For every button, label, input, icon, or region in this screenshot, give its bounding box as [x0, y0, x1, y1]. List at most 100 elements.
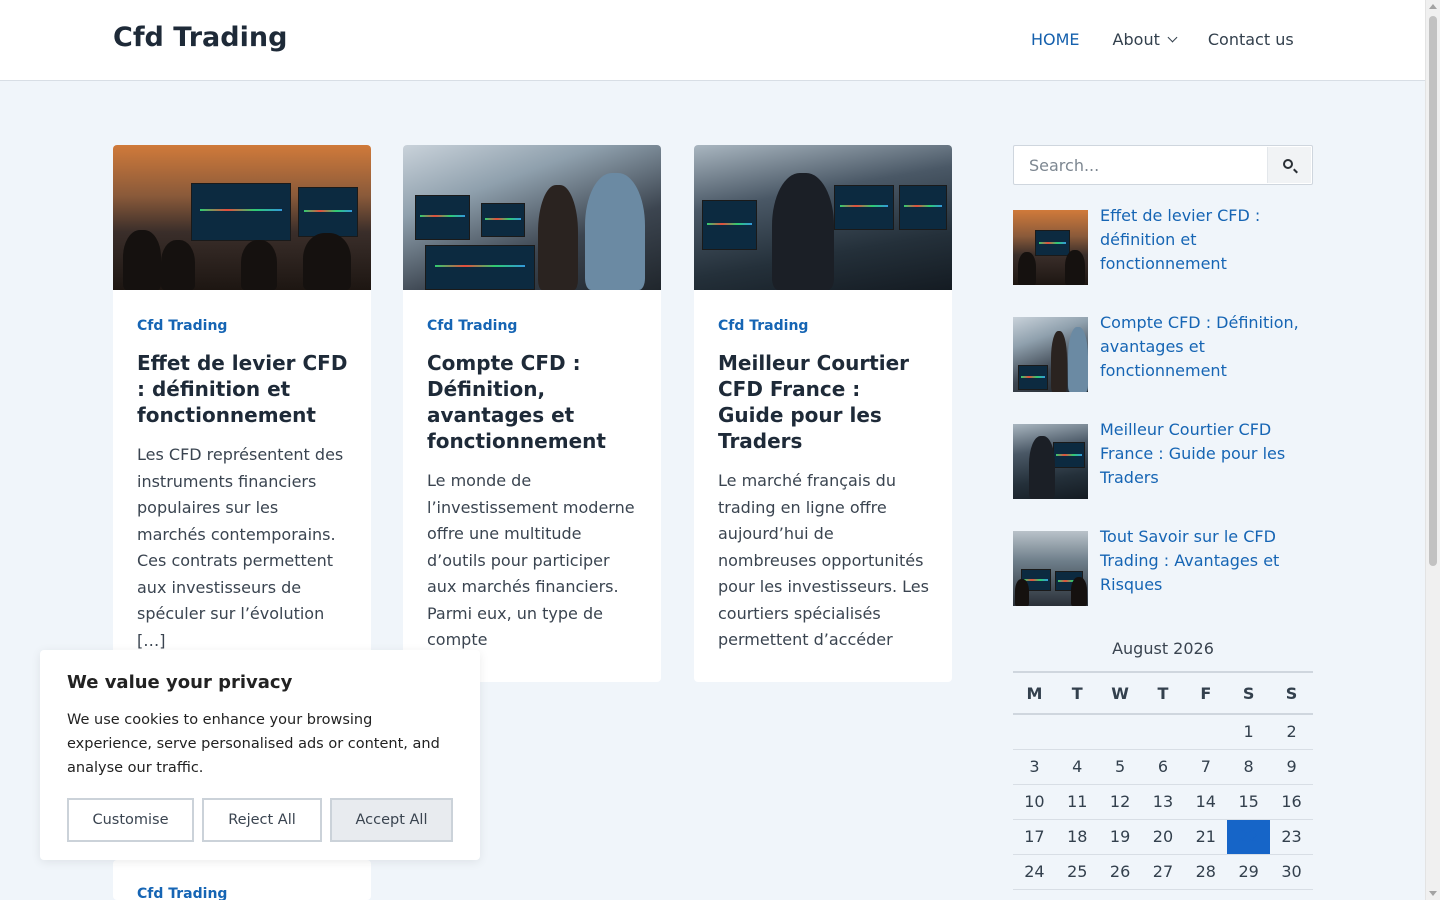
cookie-title: We value your privacy: [67, 672, 293, 693]
calendar-day: 10: [1013, 784, 1056, 820]
calendar-day: 1: [1227, 714, 1271, 750]
calendar-day: 19: [1098, 819, 1142, 855]
calendar-day: 20: [1141, 819, 1185, 855]
recent-post-item: Compte CFD : Définition, avantages et fo…: [1013, 313, 1313, 392]
recent-post-link[interactable]: Compte CFD : Définition, avantages et fo…: [1100, 311, 1313, 392]
post-card: Cfd Trading Meilleur Courtier CFD France…: [694, 145, 952, 682]
chevron-down-icon: [1167, 32, 1178, 43]
nav-contact[interactable]: Contact us: [1208, 30, 1294, 49]
post-card: Cfd Trading Effet de levier CFD : défini…: [113, 145, 371, 685]
search-input[interactable]: [1014, 146, 1268, 184]
calendar-day: 8: [1227, 749, 1271, 785]
nav-about[interactable]: About: [1112, 30, 1178, 49]
cookie-text: We use cookies to enhance your browsing …: [67, 712, 440, 776]
calendar-day: 21: [1184, 819, 1228, 855]
calendar-day: 16: [1270, 784, 1313, 820]
main-nav: HOME About Contact us: [1031, 30, 1294, 49]
calendar-week-row: 24 25 26 27 28 29 30: [1013, 854, 1313, 890]
recent-posts: Effet de levier CFD : définition et fonc…: [1013, 206, 1313, 638]
post-title[interactable]: Compte CFD : Définition, avantages et fo…: [427, 350, 638, 454]
calendar-day: 13: [1141, 784, 1185, 820]
accept-all-button[interactable]: Accept All: [330, 798, 453, 842]
scroll-down-arrow-icon[interactable]: [1429, 891, 1437, 896]
recent-post-item: Tout Savoir sur le CFD Trading : Avantag…: [1013, 527, 1313, 606]
calendar-day: 6: [1141, 749, 1185, 785]
recent-post-link[interactable]: Effet de levier CFD : définition et fonc…: [1100, 204, 1313, 285]
scroll-up-arrow-icon[interactable]: [1429, 4, 1437, 9]
post-category[interactable]: Cfd Trading: [137, 318, 348, 334]
calendar-day: 27: [1141, 854, 1185, 890]
scrollbar[interactable]: [1425, 0, 1440, 900]
calendar-empty-cell: [1055, 714, 1099, 750]
calendar-day: 22: [1227, 819, 1271, 855]
recent-post-thumbnail[interactable]: [1013, 317, 1088, 392]
search-button[interactable]: [1267, 147, 1311, 183]
calendar-week-row: 17 18 19 20 21 22 23: [1013, 819, 1313, 855]
recent-post-link[interactable]: Meilleur Courtier CFD France : Guide pou…: [1100, 418, 1313, 499]
reject-all-button[interactable]: Reject All: [202, 798, 322, 842]
calendar-weekday: S: [1227, 671, 1271, 715]
nav-home[interactable]: HOME: [1031, 30, 1080, 49]
recent-post-item: Effet de levier CFD : définition et fonc…: [1013, 206, 1313, 285]
calendar-empty-cell: [1141, 714, 1185, 750]
calendar-day: 23: [1270, 819, 1313, 855]
calendar-empty-cell: [1013, 714, 1056, 750]
calendar-empty-cell: [1098, 714, 1142, 750]
post-title[interactable]: Meilleur Courtier CFD France : Guide pou…: [718, 350, 929, 454]
calendar-week-row: 10 11 12 13 14 15 16: [1013, 784, 1313, 820]
calendar-day: 29: [1227, 854, 1271, 890]
post-title[interactable]: Effet de levier CFD : définition et fonc…: [137, 350, 348, 428]
search-icon: [1283, 159, 1293, 169]
post-category[interactable]: Cfd Trading: [137, 886, 348, 900]
calendar-week-row: 3456789: [1013, 749, 1313, 785]
recent-post-thumbnail[interactable]: [1013, 210, 1088, 285]
site-title[interactable]: Cfd Trading: [113, 22, 287, 53]
calendar-day: 14: [1184, 784, 1228, 820]
calendar-day: 17: [1013, 819, 1056, 855]
post-card: Cfd Trading: [113, 860, 371, 900]
post-image[interactable]: [113, 145, 371, 290]
calendar-day: 2: [1270, 714, 1313, 750]
calendar-day: 9: [1270, 749, 1313, 785]
search-form: [1013, 145, 1313, 185]
calendar-day: 4: [1055, 749, 1099, 785]
calendar-weekday: T: [1055, 671, 1099, 715]
calendar-days: 1 2 3 4 5 6 7 8 9 10 11 12 13 14 15 16 17 18 19 20 21 22 23 24 2…: [1013, 714, 1313, 890]
cookie-buttons: Customise Reject All Accept All: [67, 798, 453, 842]
calendar-empty-cell: [1184, 714, 1228, 750]
recent-post-thumbnail[interactable]: [1013, 424, 1088, 499]
post-excerpt: Les CFD représentent des instruments fin…: [137, 445, 344, 650]
nav-about-label: About: [1112, 30, 1160, 49]
recent-post-thumbnail[interactable]: [1013, 531, 1088, 606]
post-image[interactable]: [403, 145, 661, 290]
post-image[interactable]: [694, 145, 952, 290]
calendar-weekday: M: [1013, 671, 1056, 715]
calendar-day: 26: [1098, 854, 1142, 890]
calendar-day: 18: [1055, 819, 1099, 855]
calendar-day: 30: [1270, 854, 1313, 890]
calendar-widget: August 2026 M T W T F S S 1 2 3 4 5 6 7 8 9 10 11 1…: [1013, 639, 1313, 890]
site-header: Cfd Trading HOME About Contact us: [0, 0, 1425, 81]
calendar-day: 12: [1098, 784, 1142, 820]
customise-button[interactable]: Customise: [67, 798, 194, 842]
recent-post-item: Meilleur Courtier CFD France : Guide pou…: [1013, 420, 1313, 499]
post-excerpt: Le marché français du trading en ligne o…: [718, 471, 929, 649]
calendar-weekday: S: [1270, 671, 1313, 715]
post-card: Cfd Trading Compte CFD : Définition, ava…: [403, 145, 661, 682]
calendar-day: 11: [1055, 784, 1099, 820]
calendar-week-row: 12: [1013, 714, 1313, 750]
recent-post-link[interactable]: Tout Savoir sur le CFD Trading : Avantag…: [1100, 525, 1313, 606]
calendar-weekday: F: [1184, 671, 1228, 715]
scrollbar-thumb[interactable]: [1429, 16, 1437, 566]
post-excerpt: Le monde de l’investissement moderne off…: [427, 471, 635, 649]
post-category[interactable]: Cfd Trading: [427, 318, 638, 334]
calendar-weekday: W: [1098, 671, 1142, 715]
calendar-day: 25: [1055, 854, 1099, 890]
post-category[interactable]: Cfd Trading: [718, 318, 929, 334]
calendar-day: 15: [1227, 784, 1271, 820]
calendar-day: 3: [1013, 749, 1056, 785]
calendar-day: 28: [1184, 854, 1228, 890]
calendar-caption: August 2026: [1112, 639, 1214, 658]
calendar-table: M T W T F S S 1 2 3 4 5 6 7 8 9 10 11 12 13 14 15 16 17 1…: [1013, 671, 1313, 890]
calendar-day: 24: [1013, 854, 1056, 890]
